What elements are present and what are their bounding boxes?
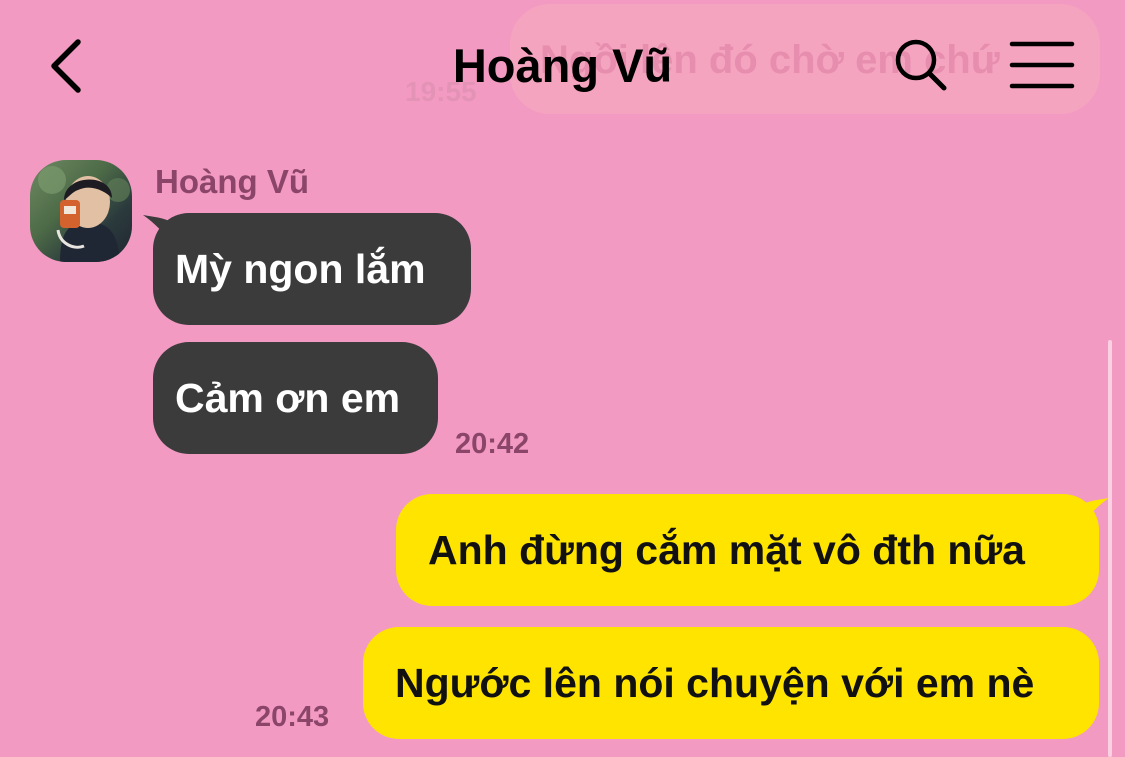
scrollbar[interactable] xyxy=(1108,340,1112,757)
message-timestamp: 20:43 xyxy=(255,701,330,733)
sender-name: Hoàng Vũ xyxy=(155,163,309,200)
message-text: Cảm ơn em xyxy=(175,374,401,421)
search-button[interactable] xyxy=(890,34,950,94)
outgoing-message-bubble[interactable]: Ngước lên nói chuyện với em nè xyxy=(363,627,1099,739)
incoming-message-bubble[interactable]: Cảm ơn em xyxy=(153,342,438,454)
search-icon xyxy=(895,39,947,91)
incoming-message-bubble[interactable]: Mỳ ngon lắm xyxy=(153,213,471,325)
message-text: Anh đừng cắm mặt vô đth nữa xyxy=(428,526,1025,573)
message-text: Mỳ ngon lắm xyxy=(175,245,426,292)
chat-title: Hoàng Vũ xyxy=(452,39,673,92)
outgoing-message-bubble[interactable]: Anh đừng cắm mặt vô đth nữa xyxy=(396,494,1099,606)
hamburger-menu-icon xyxy=(1009,41,1075,89)
avatar-photo xyxy=(38,166,130,262)
contact-avatar[interactable] xyxy=(30,160,132,262)
message-text: Ngước lên nói chuyện với em nè xyxy=(395,659,1035,706)
message-timestamp: 20:42 xyxy=(455,428,530,460)
menu-button[interactable] xyxy=(1008,38,1078,92)
